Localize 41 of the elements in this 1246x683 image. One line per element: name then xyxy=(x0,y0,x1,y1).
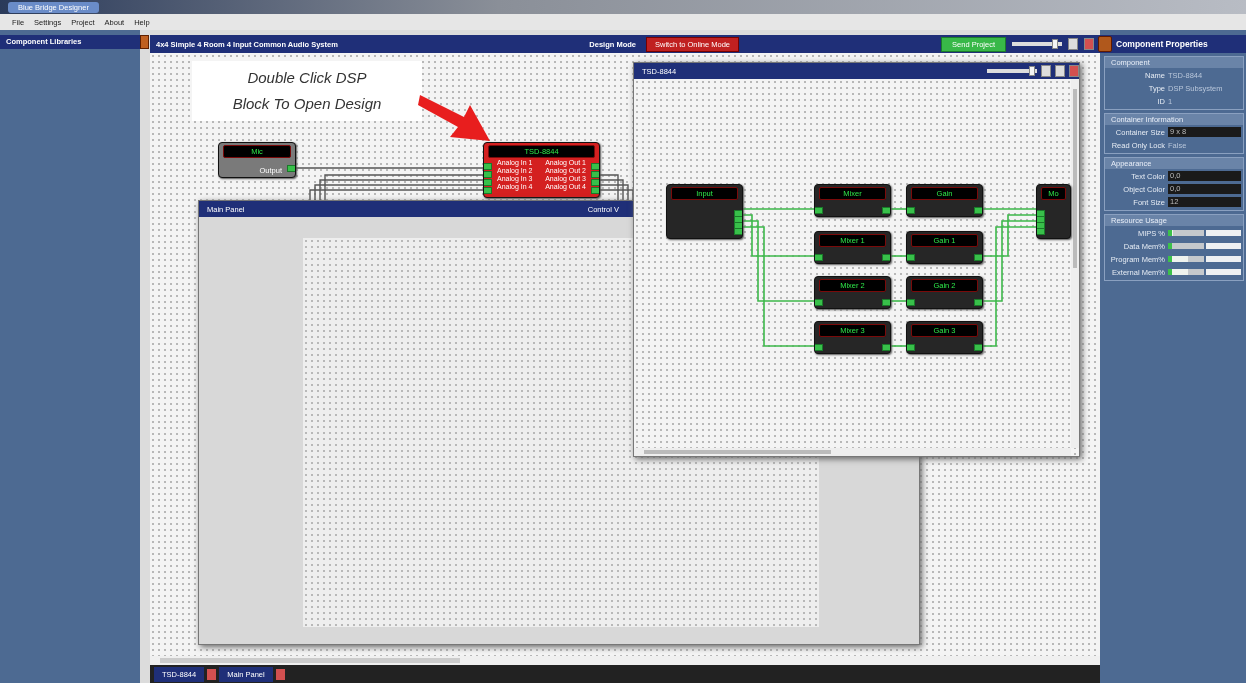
annotation-text: Double Click DSP xyxy=(247,68,367,88)
port-icon xyxy=(882,344,890,351)
port-icon xyxy=(815,207,823,214)
reading-field xyxy=(1206,230,1241,236)
reading-field xyxy=(1206,256,1241,262)
port-icon xyxy=(907,299,915,306)
port-icon xyxy=(974,299,982,306)
panel-title: Component Properties xyxy=(1116,39,1208,49)
zoom-slider[interactable] xyxy=(987,69,1037,73)
restore-button[interactable] xyxy=(1055,65,1065,77)
port-icon xyxy=(974,254,982,261)
port-icon xyxy=(882,254,890,261)
port-icon xyxy=(882,299,890,306)
port-icon xyxy=(815,299,823,306)
scroll-thumb[interactable] xyxy=(1073,89,1077,268)
restore-button[interactable] xyxy=(1068,38,1078,50)
annotation-text: Block To Open Design xyxy=(232,94,382,114)
scroll-thumb[interactable] xyxy=(644,450,831,454)
panel-pin-icon[interactable] xyxy=(1098,36,1112,52)
scroll-thumb[interactable] xyxy=(160,658,460,663)
close-icon[interactable] xyxy=(275,668,285,680)
horizontal-scrollbar[interactable] xyxy=(150,656,1100,665)
panel-pin-icon[interactable] xyxy=(140,35,149,49)
port-icon xyxy=(974,344,982,351)
close-icon[interactable] xyxy=(207,668,217,680)
port-icon xyxy=(974,207,982,214)
minimize-button[interactable] xyxy=(1041,65,1051,77)
port-icon xyxy=(907,254,915,261)
port-icon xyxy=(882,207,890,214)
horizontal-scrollbar[interactable] xyxy=(634,448,1071,456)
reading-field xyxy=(1206,269,1241,275)
port-icon xyxy=(907,344,915,351)
slider-thumb[interactable] xyxy=(1029,66,1035,76)
port-icon xyxy=(815,344,823,351)
zoom-slider[interactable] xyxy=(1012,42,1062,46)
vertical-scrollbar[interactable] xyxy=(1071,79,1079,448)
port-icon xyxy=(815,254,823,261)
slider-thumb[interactable] xyxy=(1051,39,1058,49)
reading-field xyxy=(1206,243,1241,249)
port-icon xyxy=(287,165,295,172)
port-icon xyxy=(907,207,915,214)
